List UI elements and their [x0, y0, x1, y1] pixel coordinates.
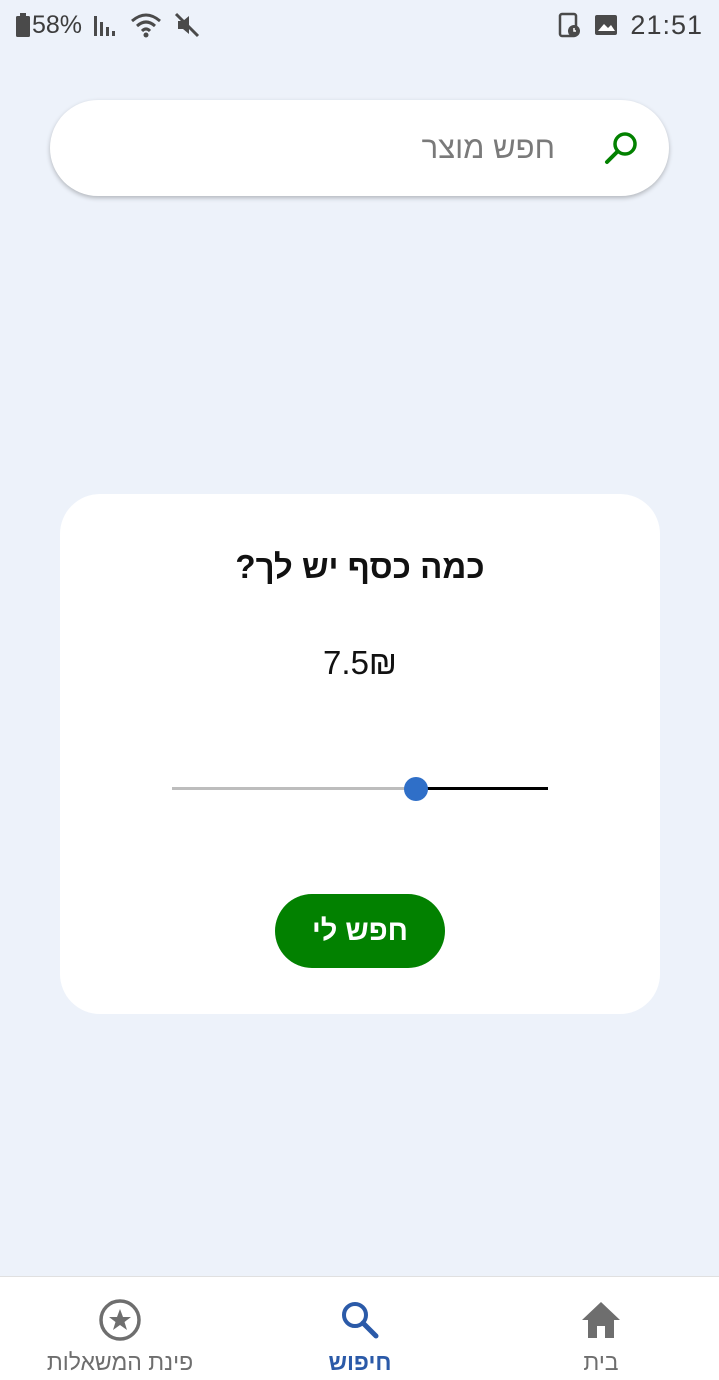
bottom-nav: פינת המשאלות חיפוש בית	[0, 1276, 719, 1380]
battery-icon	[16, 13, 30, 37]
clock: 21:51	[630, 9, 703, 40]
budget-question: כמה כסף יש לך?	[235, 548, 485, 585]
search-me-button[interactable]: חפש לי	[275, 894, 445, 968]
status-right: 21:51	[558, 10, 703, 41]
status-bar: 58% 21:51	[0, 0, 719, 50]
nav-item-home[interactable]: בית	[541, 1277, 661, 1380]
status-left: 58%	[16, 11, 200, 40]
nav-label-search: חיפוש	[328, 1349, 392, 1375]
budget-slider[interactable]	[172, 776, 548, 802]
battery-percent: 58%	[32, 10, 83, 39]
star-circle-icon[interactable]	[98, 1299, 142, 1341]
app-screen: 58% 21:51 חפש מוצר כמה כסף יש לך? 7.5₪ ח…	[0, 0, 719, 1380]
gallery-icon	[594, 14, 618, 36]
home-icon[interactable]	[580, 1299, 622, 1341]
wifi-icon	[130, 12, 162, 38]
search-bar[interactable]: חפש מוצר	[50, 100, 669, 196]
nav-label-wishlist: פינת המשאלות	[46, 1349, 194, 1375]
search-icon[interactable]	[339, 1299, 381, 1341]
battery-indicator: 58%	[16, 11, 82, 40]
slider-track-inactive[interactable]	[172, 787, 416, 790]
signal-icon	[94, 14, 118, 36]
screen-timer-icon	[558, 12, 582, 38]
nav-item-wishlist[interactable]: פינת המשאלות	[30, 1277, 210, 1380]
budget-amount: 7.5₪	[323, 644, 397, 681]
slider-thumb[interactable]	[404, 777, 428, 801]
search-icon[interactable]	[603, 129, 641, 167]
mute-icon	[174, 12, 200, 38]
nav-label-home: בית	[583, 1349, 619, 1375]
slider-track-active[interactable]	[416, 787, 548, 790]
search-input[interactable]: חפש מוצר	[422, 130, 555, 166]
nav-item-search[interactable]: חיפוש	[300, 1277, 420, 1380]
